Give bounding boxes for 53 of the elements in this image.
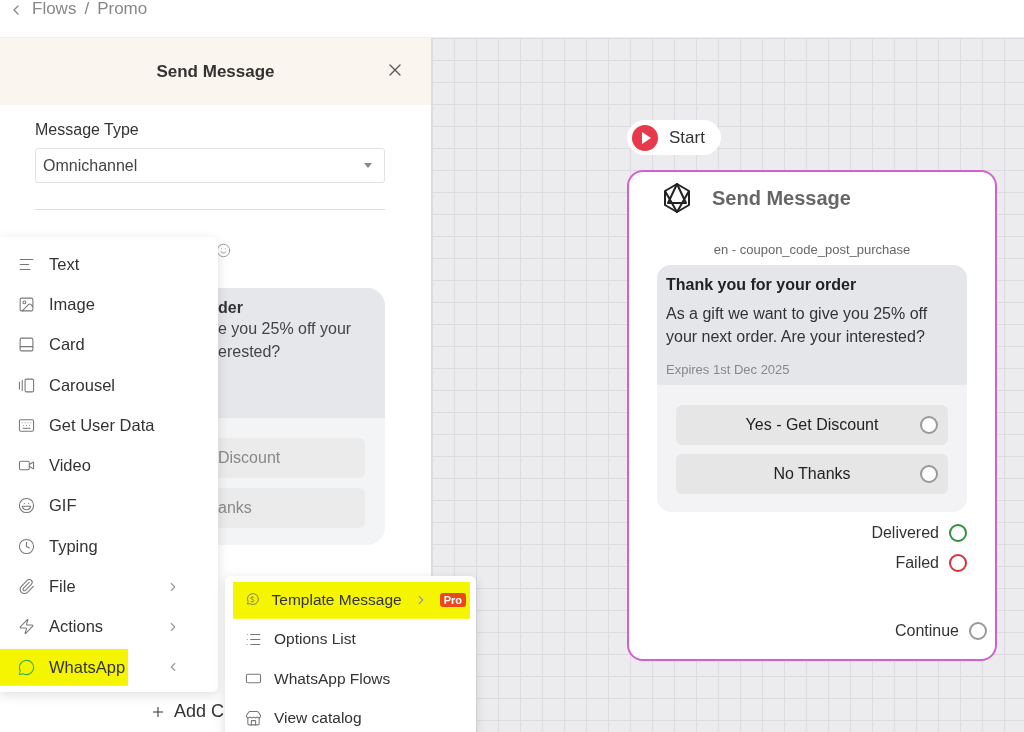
menu-item[interactable]: Carousel bbox=[0, 364, 218, 406]
paperclip-icon bbox=[18, 578, 35, 595]
keyboard-icon bbox=[18, 416, 35, 434]
output-handle[interactable] bbox=[969, 622, 987, 640]
template-name: en - coupon_code_post_purchase bbox=[712, 242, 912, 257]
menu-item[interactable]: Typing bbox=[0, 526, 218, 567]
breadcrumb-link[interactable]: Flows bbox=[32, 0, 77, 18]
menu-item[interactable]: View catalog bbox=[233, 698, 470, 732]
preview-title: der bbox=[218, 299, 244, 317]
message-type-select[interactable]: Omnichannel bbox=[35, 148, 385, 183]
pro-badge: Pro bbox=[439, 592, 466, 607]
preview-text: e you 25% off your bbox=[218, 319, 353, 339]
message-body: As a gift we want to give you 25% off your next order. Are your interested? bbox=[666, 304, 929, 347]
connector-handle[interactable] bbox=[920, 465, 938, 483]
play-icon bbox=[631, 123, 659, 152]
panel-title: Send Message bbox=[156, 61, 275, 82]
menu-item[interactable]: Template Message Pro bbox=[233, 580, 470, 620]
node-title: Send Message bbox=[712, 186, 851, 210]
output-label: Continue bbox=[894, 622, 959, 640]
connector-handle[interactable] bbox=[920, 416, 938, 434]
breadcrumb-separator: / bbox=[84, 0, 90, 18]
lightning-icon bbox=[18, 618, 35, 636]
output-handle[interactable] bbox=[949, 524, 967, 542]
clock-icon bbox=[18, 537, 35, 555]
menu-item[interactable]: WhatsApp Flows bbox=[233, 659, 470, 699]
reply-button[interactable]: No Thanks bbox=[676, 454, 948, 494]
menu-item[interactable]: Options List bbox=[233, 619, 470, 659]
start-node[interactable]: Start bbox=[627, 120, 721, 155]
caret-icon bbox=[364, 163, 372, 168]
carousel-icon bbox=[18, 376, 35, 394]
menu-item[interactable]: Actions bbox=[0, 606, 218, 647]
reply-button[interactable]: Yes - Get Discount bbox=[676, 405, 948, 445]
menu-item[interactable]: File bbox=[0, 566, 218, 607]
breadcrumb-link[interactable]: Promo bbox=[97, 0, 148, 18]
card-icon bbox=[18, 336, 35, 354]
store-icon bbox=[245, 709, 262, 727]
chat-bubble-icon bbox=[18, 658, 35, 676]
message-title: Thank you for your order bbox=[666, 276, 858, 294]
message-footer: Expires 1st Dec 2025 bbox=[666, 362, 957, 377]
menu-item[interactable]: Text bbox=[0, 244, 218, 285]
emoji-icon[interactable] bbox=[216, 243, 231, 258]
field-label: Message Type bbox=[35, 121, 140, 139]
output-handle[interactable] bbox=[949, 554, 967, 572]
image-icon bbox=[18, 295, 35, 313]
laughing-face-icon bbox=[18, 497, 35, 515]
add-content-button[interactable]: Add C bbox=[150, 701, 225, 722]
send-message-node[interactable] bbox=[627, 170, 997, 661]
output-label: Delivered bbox=[871, 524, 939, 542]
preview-text: erested? bbox=[218, 342, 282, 362]
menu-item[interactable]: Image bbox=[0, 284, 218, 325]
menu-item[interactable]: Card bbox=[0, 324, 218, 365]
hexagon-icon bbox=[662, 182, 692, 214]
output-label: Failed bbox=[895, 554, 939, 572]
